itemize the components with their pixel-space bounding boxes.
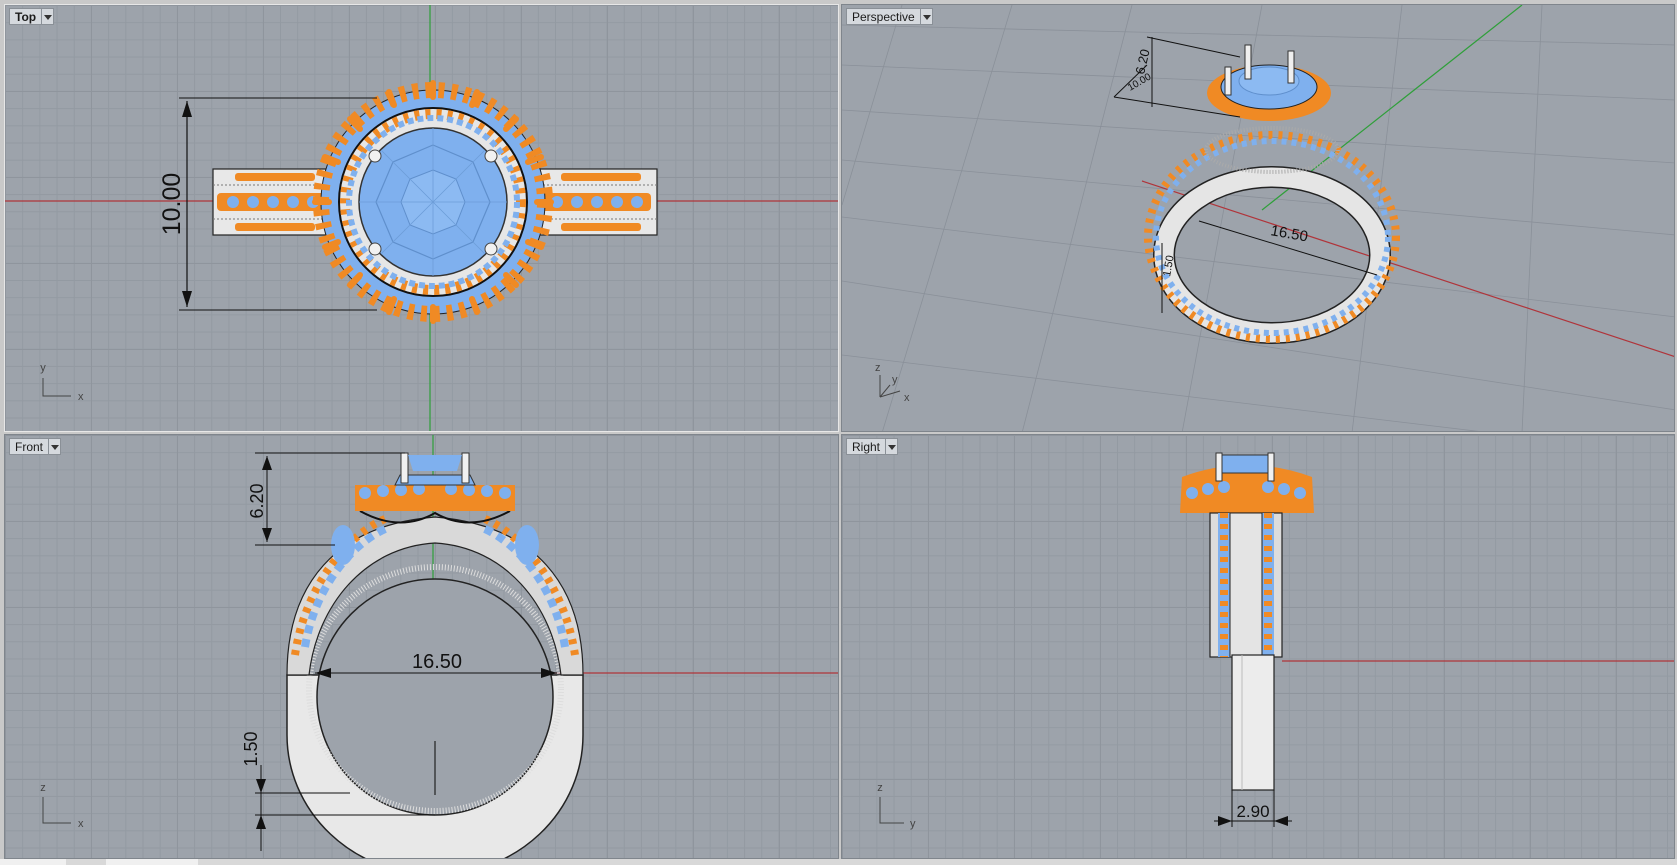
viewport-title[interactable]: Perspective [846,8,921,25]
viewport-top[interactable]: Top 10.00 y x [4,4,839,432]
axis-label-z: z [875,362,881,374]
viewport-title[interactable]: Front [9,438,50,455]
axis-label-x: x [78,818,84,830]
ring-perspective [1144,44,1400,344]
axis-label-z: z [40,782,46,794]
right-view-canvas[interactable]: 2.90 z y [842,435,1675,859]
axis-icon: z x [40,782,84,830]
tab-strip[interactable] [0,859,66,865]
rhino-viewports: Top 10.00 y x Perspective 6.20 10.00 16.… [0,0,1677,865]
axis-label-z: z [877,782,883,794]
viewport-menu-arrow-icon[interactable] [42,8,55,25]
viewport-menu-arrow-icon[interactable] [920,8,933,25]
viewport-perspective-tab[interactable]: Perspective [846,8,933,25]
dimension-label: 16.50 [1269,222,1309,245]
viewport-title[interactable]: Top [9,8,43,25]
axis-label-y: y [910,818,916,830]
axis-label-y: y [40,362,46,374]
viewport-right[interactable]: Right 2.90 z y [841,434,1675,859]
dimension-label: 10.00 [158,173,186,236]
axis-label-y: y [892,374,898,386]
dimension-label: 1.50 [241,731,261,766]
viewport-perspective[interactable]: Perspective 6.20 10.00 16.50 1.50 z y x [841,4,1675,432]
viewport-top-tab[interactable]: Top [9,8,55,25]
viewport-right-tab[interactable]: Right [846,438,899,455]
dimension-label: 6.20 [1132,48,1152,76]
front-view-canvas[interactable]: 6.20 16.50 1.50 z x [5,435,839,859]
dimension-label: 6.20 [247,483,267,518]
viewport-front[interactable]: Front 6.20 16.50 1.50 z x [4,434,839,859]
dimension-label: 16.50 [412,651,462,673]
viewport-tabs-bar [0,859,1677,865]
viewport-menu-arrow-icon[interactable] [886,438,899,455]
axis-icon: z y [877,782,916,830]
tab-strip[interactable] [106,859,198,865]
ring-right [1180,452,1314,791]
axis-icon: y x [40,362,84,403]
axis-label-x: x [904,392,910,404]
axis-label-x: x [78,391,84,403]
perspective-view-canvas[interactable]: 6.20 10.00 16.50 1.50 z y x [842,5,1675,432]
top-view-canvas[interactable]: 10.00 y x [5,5,839,432]
viewport-title[interactable]: Right [846,438,887,455]
viewport-front-tab[interactable]: Front [9,438,62,455]
viewport-menu-arrow-icon[interactable] [49,438,62,455]
dimension-label: 2.90 [1236,802,1269,821]
center-gem-top [358,127,508,277]
